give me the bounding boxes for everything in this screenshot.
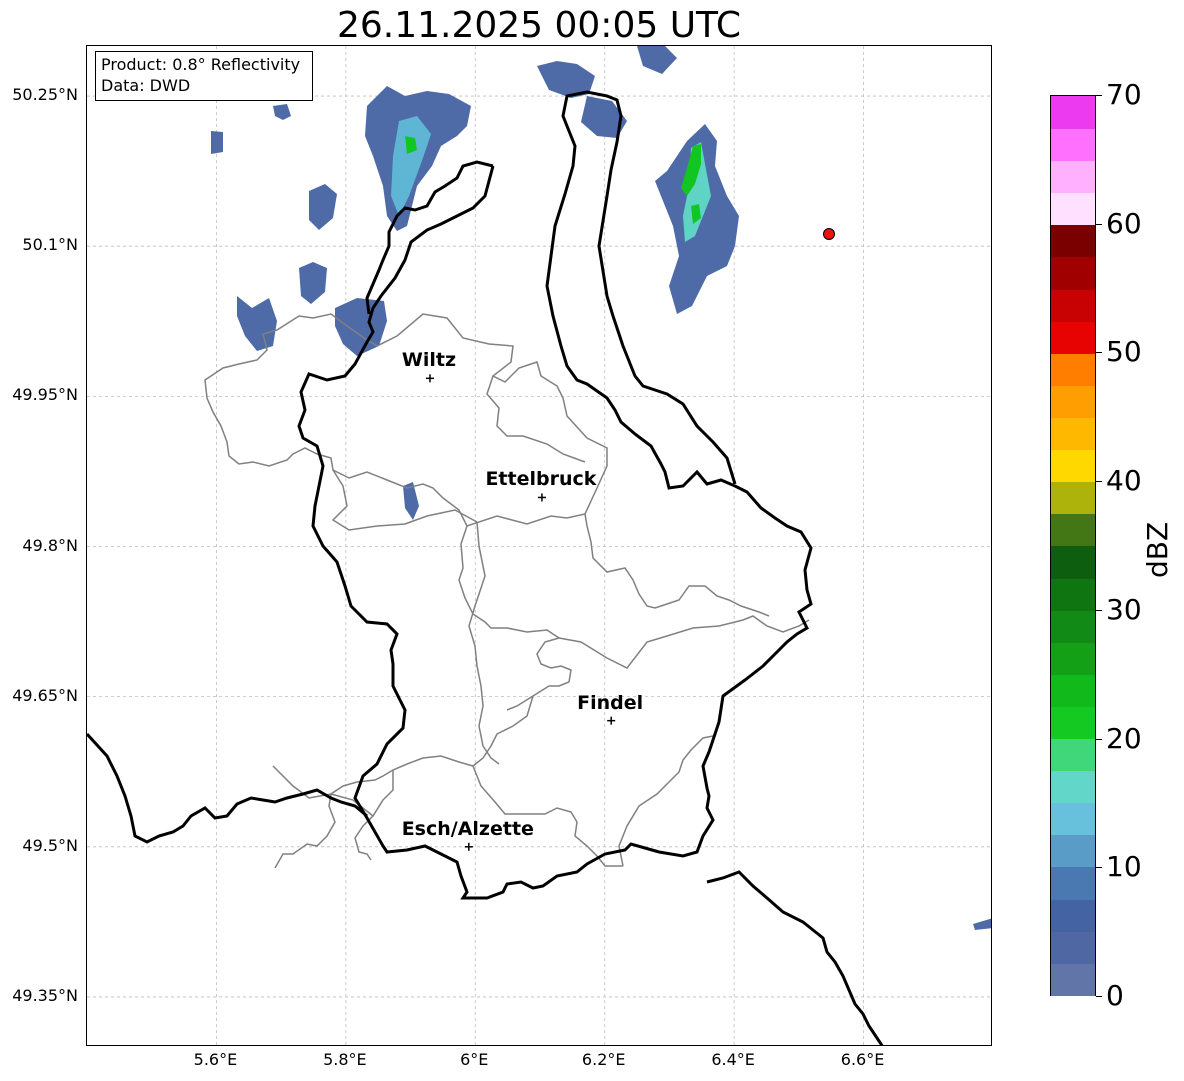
lat-tick-label: 49.35°N — [12, 985, 78, 1005]
colorbar-segment — [1051, 256, 1095, 290]
colorbar-segment — [1051, 898, 1095, 932]
colorbar-segment — [1051, 224, 1095, 258]
colorbar-tick — [1096, 996, 1102, 997]
echo-cluster-small-3 — [273, 104, 291, 120]
colorbar-segment — [1051, 609, 1095, 643]
colorbar-segment — [1051, 128, 1095, 162]
colorbar-label: dBZ — [1141, 521, 1174, 578]
colorbar-segment — [1051, 577, 1095, 611]
colorbar-segment — [1051, 641, 1095, 675]
lat-tick-label: 50.1°N — [22, 235, 78, 255]
echo-cluster-small-4 — [973, 918, 991, 930]
echo-cluster-north-3 — [637, 46, 677, 74]
data-source-label: Data: DWD — [101, 76, 191, 95]
colorbar-segment — [1051, 513, 1095, 547]
colorbar-segment — [1051, 545, 1095, 579]
lat-tick-label: 49.65°N — [12, 685, 78, 705]
radar-site-marker — [822, 228, 835, 241]
colorbar-segment — [1051, 481, 1095, 515]
colorbar-tick — [1096, 481, 1102, 483]
colorbar-tick — [1096, 352, 1102, 354]
district-line-9 — [472, 765, 623, 867]
colorbar-segment — [1051, 930, 1095, 964]
city-markers — [425, 374, 616, 851]
colorbar-segment — [1051, 449, 1095, 483]
district-line-4 — [558, 615, 810, 669]
colorbar-tick — [1096, 223, 1102, 225]
city-marker — [464, 842, 473, 851]
colorbar-tick-label: 50 — [1106, 335, 1142, 369]
lon-tick-label: 5.8°E — [323, 1050, 367, 1069]
colorbar-segment — [1051, 160, 1095, 194]
map-gridlines — [87, 46, 991, 1045]
colorbar-segment — [1051, 352, 1095, 386]
district-line-5 — [584, 513, 770, 617]
city-label: Ettelbruck — [485, 468, 597, 491]
colorbar-tick-label: 10 — [1106, 850, 1142, 884]
echo-cluster-west-4 — [309, 184, 337, 230]
country-borders — [87, 90, 884, 1045]
colorbar-tick-label: 30 — [1106, 592, 1142, 626]
colorbar-tick — [1096, 95, 1102, 96]
lat-tick-label: 49.5°N — [22, 835, 78, 855]
map-title: 26.11.2025 00:05 UTC — [336, 5, 742, 46]
colorbar-segment — [1051, 320, 1095, 354]
echo-cluster-west-2 — [335, 298, 387, 356]
dbz-colorbar — [1050, 95, 1096, 996]
colorbar-tick-label: 40 — [1106, 464, 1142, 498]
product-info-box: Product: 0.8° Reflectivity Data: DWD — [95, 51, 313, 101]
colorbar-tick-label: 20 — [1106, 721, 1142, 755]
lon-tick-label: 5.6°E — [193, 1050, 238, 1069]
colorbar-segment — [1051, 802, 1095, 836]
lon-tick-label: 6.6°E — [840, 1050, 885, 1069]
colorbar-segment — [1051, 866, 1095, 900]
lon-tick-label: 6.4°E — [711, 1050, 755, 1069]
echo-cluster-west-1 — [237, 296, 277, 351]
colorbar-segment — [1051, 706, 1095, 740]
colorbar-tick — [1096, 609, 1102, 611]
city-marker — [425, 374, 434, 383]
city-label: Esch/Alzette — [401, 817, 534, 840]
district-line-3 — [458, 525, 560, 639]
colorbar-segment — [1051, 288, 1095, 322]
district-line-7 — [468, 521, 500, 765]
colorbar-segment — [1051, 417, 1095, 451]
city-label: Findel — [577, 691, 644, 714]
map-canvas — [87, 46, 991, 1045]
district-line-6 — [506, 637, 572, 711]
district-boundaries — [204, 313, 810, 869]
colorbar-segment — [1051, 96, 1095, 129]
colorbar-segment — [1051, 384, 1095, 418]
city-marker — [537, 493, 546, 502]
product-label: Product: 0.8° Reflectivity — [101, 55, 301, 74]
lat-tick-label: 49.8°N — [22, 535, 78, 555]
colorbar-tick — [1096, 738, 1102, 740]
lon-tick-label: 6.2°E — [581, 1050, 626, 1069]
border-south-east — [706, 870, 884, 1045]
lat-tick-label: 50.25°N — [12, 85, 78, 105]
map-panel[interactable] — [86, 45, 992, 1046]
city-marker — [607, 716, 616, 725]
colorbar-segment — [1051, 192, 1095, 226]
lat-tick-label: 49.95°N — [12, 385, 78, 405]
colorbar-tick-label: 70 — [1106, 78, 1142, 111]
city-label: Wiltz — [401, 349, 457, 372]
echo-cluster-small-2 — [211, 131, 223, 154]
colorbar-segment — [1051, 673, 1095, 707]
colorbar-segment — [1051, 962, 1095, 996]
lon-tick-label: 6°E — [460, 1050, 489, 1069]
border-west-france — [87, 732, 368, 844]
echo-cluster-west-3 — [299, 262, 327, 304]
colorbar-tick-label: 0 — [1106, 979, 1124, 1012]
colorbar-tick — [1096, 867, 1102, 869]
colorbar-segment — [1051, 770, 1095, 804]
colorbar-tick-label: 60 — [1106, 206, 1142, 240]
colorbar-segment — [1051, 738, 1095, 772]
colorbar-segment — [1051, 834, 1095, 868]
